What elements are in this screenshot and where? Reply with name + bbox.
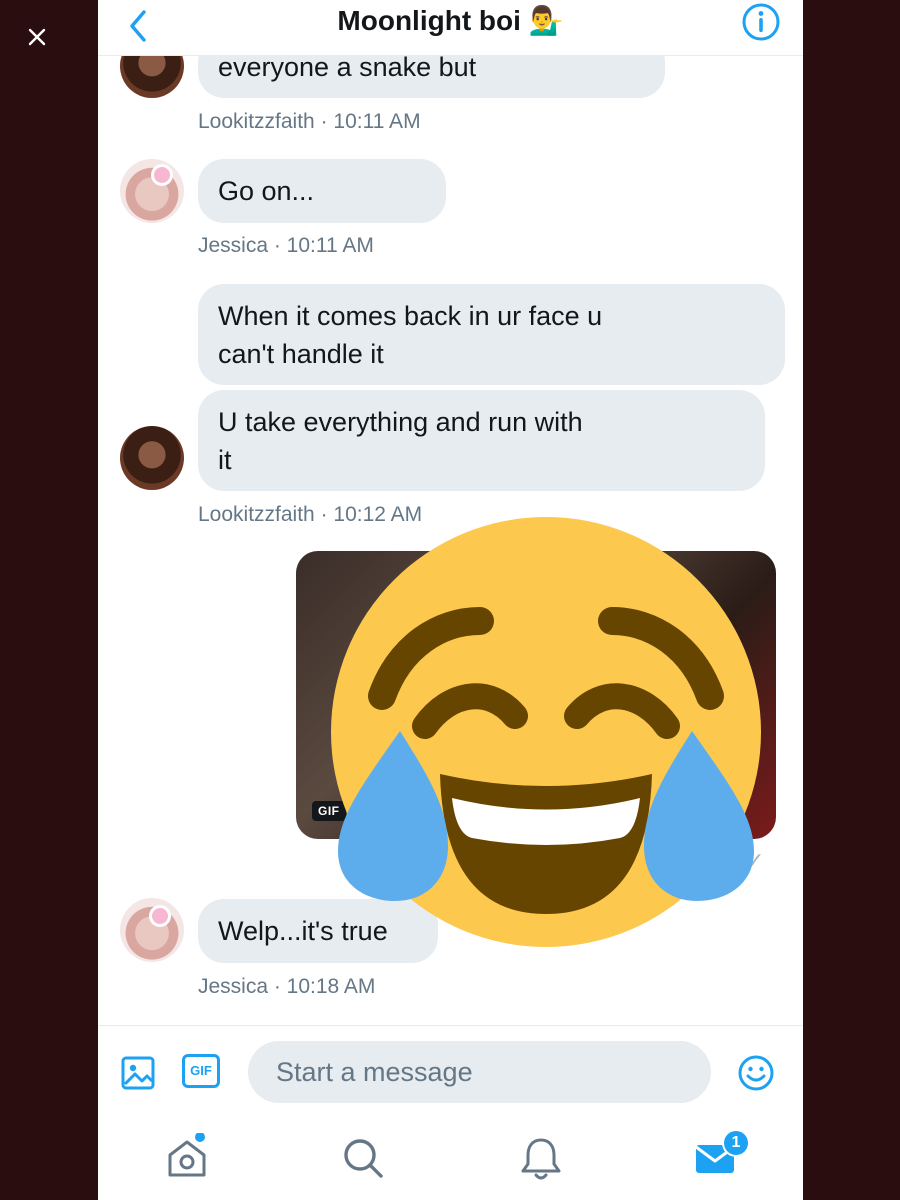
message-text: can't handle it <box>218 339 384 369</box>
search-icon[interactable] <box>338 1133 388 1183</box>
message-thread[interactable]: everyone a snake but Lookitzzfaith · 10:… <box>98 0 803 1025</box>
message-text: When it comes back in ur face u <box>218 301 603 331</box>
dm-screen: everyone a snake but Lookitzzfaith · 10:… <box>98 0 803 1200</box>
message-text: U take everything and run with <box>218 407 583 437</box>
message-bubble[interactable]: U take everything and run with it <box>198 390 765 491</box>
message-meta: Jessica · 10:18 AM <box>198 975 376 998</box>
avatar-jessica[interactable] <box>120 159 184 223</box>
message-text: everyone a snake but <box>218 52 477 82</box>
message-input[interactable] <box>248 1041 711 1103</box>
message-composer: GIF <box>98 1025 803 1119</box>
conversation-header: Moonlight boi 💁‍♂️ <box>98 0 803 56</box>
info-icon[interactable] <box>741 2 781 42</box>
close-icon[interactable] <box>22 22 52 52</box>
emoji-icon[interactable] <box>736 1053 776 1093</box>
image-icon[interactable] <box>118 1053 158 1093</box>
message-bubble[interactable]: Go on... <box>198 159 446 223</box>
bell-icon[interactable] <box>516 1133 566 1183</box>
messages-badge: 1 <box>724 1131 748 1155</box>
message-meta: Lookitzzfaith · 10:11 AM <box>198 110 421 133</box>
message-meta: Jessica · 10:11 AM <box>198 234 374 257</box>
message-text: Go on... <box>218 176 315 206</box>
avatar-lookitzzfaith[interactable] <box>120 426 184 490</box>
home-icon[interactable] <box>162 1133 212 1183</box>
avatar-jessica[interactable] <box>120 898 184 962</box>
bottom-tab-bar: 1 <box>98 1119 803 1200</box>
message-bubble[interactable]: When it comes back in ur face u can't ha… <box>198 284 785 385</box>
message-text: it <box>218 445 232 475</box>
tears-of-joy-emoji-icon <box>331 517 761 947</box>
conversation-title: Moonlight boi 💁‍♂️ <box>337 5 564 36</box>
gif-icon[interactable]: GIF <box>182 1054 220 1088</box>
gif-button-label: GIF <box>190 1063 212 1078</box>
